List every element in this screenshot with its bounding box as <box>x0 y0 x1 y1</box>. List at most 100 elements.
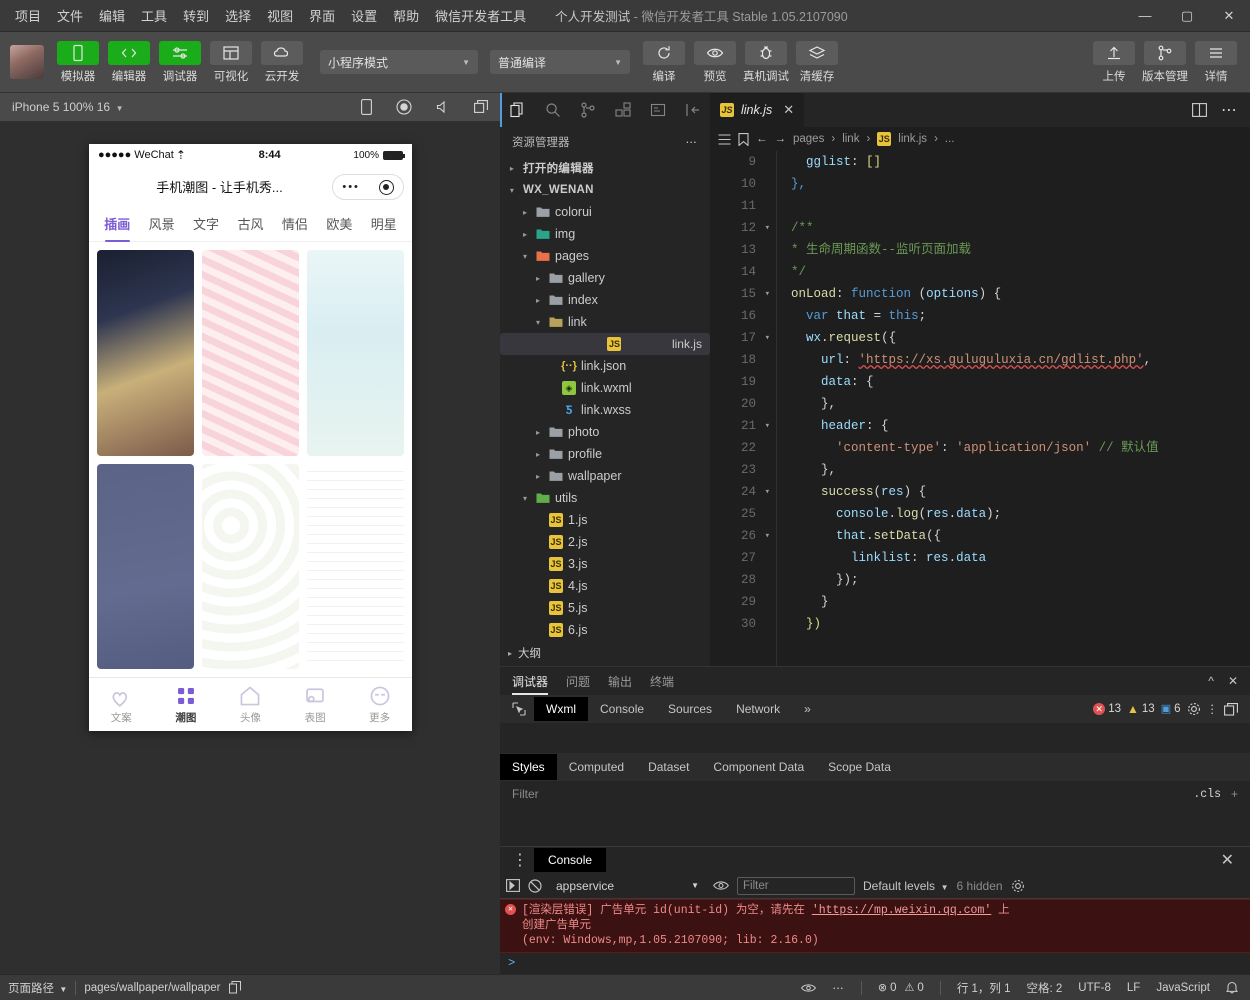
more-icon[interactable]: ⋯ <box>686 135 699 149</box>
style-filter-input[interactable]: Filter <box>512 787 539 801</box>
chevron-down-icon[interactable]: ▾ <box>506 186 518 195</box>
eye-icon[interactable] <box>801 983 817 993</box>
phone-tab-更多[interactable]: 更多 <box>347 678 412 731</box>
close-tab-icon[interactable]: ✕ <box>783 102 794 118</box>
menu-item-0[interactable]: 项目 <box>8 2 48 29</box>
code-lines[interactable]: gglist: [] }, /** * 生命周期函数--监听页面加载 */ on… <box>762 151 1250 666</box>
problems-status[interactable]: ⊗ 0 ⚠ 0 <box>878 981 924 995</box>
collapse-icon[interactable]: ^ <box>1208 674 1214 688</box>
menu-item-4[interactable]: 转到 <box>176 2 216 29</box>
clear-icon[interactable] <box>528 878 542 893</box>
more-icon[interactable]: ⋯ <box>832 981 845 995</box>
devtools-tab-sources[interactable]: Sources <box>656 697 724 721</box>
nav-forward-icon[interactable]: → <box>775 133 787 145</box>
menu-item-10[interactable]: 微信开发者工具 <box>428 2 533 29</box>
chevron-down-icon[interactable]: ▾ <box>519 252 531 261</box>
tree-item-4.js[interactable]: JS 4.js <box>500 575 710 597</box>
device-select[interactable]: iPhone 5 100% 16 ▼ <box>12 100 124 114</box>
breadcrumb-item-link[interactable]: link <box>842 133 859 145</box>
capsule-dots-icon[interactable]: ••• <box>342 181 360 193</box>
search-icon[interactable] <box>535 93 570 127</box>
menu-item-3[interactable]: 工具 <box>134 2 174 29</box>
chevron-down-icon[interactable]: ▾ <box>519 494 531 503</box>
execute-icon[interactable] <box>506 879 520 892</box>
chevron-right-icon[interactable]: ▸ <box>519 208 531 217</box>
phone-tab-文案[interactable]: 文案 <box>89 678 154 731</box>
grid-item[interactable] <box>307 250 404 456</box>
tree-item-link[interactable]: ▾ link <box>500 311 710 333</box>
mode-select[interactable]: 小程序模式 ▼ <box>320 50 478 74</box>
menu-item-7[interactable]: 界面 <box>302 2 342 29</box>
tree-item-5.js[interactable]: JS 5.js <box>500 597 710 619</box>
collapse-icon[interactable] <box>675 93 710 127</box>
phone-tab-表图[interactable]: 表图 <box>283 678 348 731</box>
toolbar-button-真机调试[interactable]: 真机调试 <box>742 40 790 84</box>
category-tab-明星[interactable]: 明星 <box>362 206 406 241</box>
tree-item-img[interactable]: ▸ img <box>500 223 710 245</box>
style-tab-dataset[interactable]: Dataset <box>636 754 701 780</box>
outline-section[interactable]: ▸ 大纲 <box>500 640 710 666</box>
console-filter-input[interactable]: Filter <box>737 876 855 895</box>
tree-item-WX_WENAN[interactable]: ▾ WX_WENAN <box>500 179 710 201</box>
close-icon[interactable]: ✕ <box>1228 674 1238 688</box>
capsule-close-icon[interactable] <box>378 179 394 195</box>
add-rule-icon[interactable]: + <box>1231 787 1238 801</box>
encoding[interactable]: UTF-8 <box>1078 982 1111 994</box>
category-tab-欧美[interactable]: 欧美 <box>317 206 361 241</box>
eol-setting[interactable]: LF <box>1127 982 1140 994</box>
console-error-message[interactable]: ✕ [渲染层错误] 广告单元 id(unit-id) 为空，请先在 'https… <box>500 899 1250 953</box>
page-path-select[interactable]: 页面路径 ▼ <box>8 980 67 996</box>
tree-item-link.json[interactable]: {··} link.json <box>500 355 710 377</box>
error-link[interactable]: 'https://mp.weixin.qq.com' <box>812 904 991 917</box>
chevron-right-icon[interactable]: ▸ <box>519 230 531 239</box>
gear-icon[interactable] <box>1187 702 1201 716</box>
toolbar-button-上传[interactable]: 上传 <box>1090 40 1138 84</box>
eye-icon[interactable] <box>713 880 729 891</box>
grid-item[interactable] <box>97 250 194 456</box>
chevron-right-icon[interactable]: ▸ <box>532 428 544 437</box>
toolbar-button-编辑器[interactable]: 编辑器 <box>105 40 153 84</box>
style-tab-styles[interactable]: Styles <box>500 754 557 780</box>
tree-item-utils[interactable]: ▾ utils <box>500 487 710 509</box>
phone-tab-潮图[interactable]: 潮图 <box>154 678 219 731</box>
phone-tab-头像[interactable]: 头像 <box>218 678 283 731</box>
wxml-tree-area[interactable] <box>500 723 1250 753</box>
copy-icon[interactable] <box>228 981 241 994</box>
volume-icon[interactable] <box>436 100 450 114</box>
outline-toggle-icon[interactable] <box>718 133 731 145</box>
error-count-badge[interactable]: ✕ 13 <box>1093 703 1121 715</box>
debugger-tab-调试器[interactable]: 调试器 <box>512 668 548 695</box>
category-tab-情侣[interactable]: 情侣 <box>273 206 317 241</box>
menu-item-2[interactable]: 编辑 <box>92 2 132 29</box>
grid-item[interactable] <box>97 463 194 669</box>
compile-select[interactable]: 普通编译 ▼ <box>490 50 630 74</box>
console-prompt[interactable]: > <box>500 953 1250 973</box>
style-tab-component-data[interactable]: Component Data <box>701 754 816 780</box>
bookmark-icon[interactable] <box>738 132 749 146</box>
indent-setting[interactable]: 空格: 2 <box>1027 980 1063 996</box>
grid-item[interactable] <box>307 463 404 669</box>
tree-item-pages[interactable]: ▾ pages <box>500 245 710 267</box>
breadcrumb-item-more[interactable]: ... <box>945 133 955 145</box>
record-icon[interactable] <box>396 99 412 115</box>
files-icon[interactable] <box>500 93 535 127</box>
chevron-right-icon[interactable]: ▸ <box>532 450 544 459</box>
source-control-icon[interactable] <box>570 93 605 127</box>
maximize-icon[interactable]: ▢ <box>1166 0 1208 32</box>
dock-icon[interactable] <box>1224 702 1238 716</box>
style-tab-scope-data[interactable]: Scope Data <box>816 754 903 780</box>
close-icon[interactable]: ✕ <box>1221 850 1244 870</box>
drag-handle-icon[interactable]: ⋮ <box>506 850 528 870</box>
avatar[interactable] <box>10 45 44 79</box>
console-context-select[interactable]: appservice ▼ <box>550 877 705 895</box>
window-icon[interactable] <box>474 100 488 114</box>
tree-item-link.wxss[interactable]: Ƽlink.wxss <box>500 399 710 421</box>
menu-item-9[interactable]: 帮助 <box>386 2 426 29</box>
tree-item-gallery[interactable]: ▸ gallery <box>500 267 710 289</box>
phone-rotate-icon[interactable] <box>361 99 372 115</box>
split-editor-icon[interactable] <box>1192 103 1207 117</box>
toolbar-button-调试器[interactable]: 调试器 <box>156 40 204 84</box>
chevron-right-icon[interactable]: ▸ <box>532 274 544 283</box>
chevron-down-icon[interactable]: ▾ <box>532 318 544 327</box>
cursor-position[interactable]: 行 1，列 1 <box>957 980 1011 996</box>
